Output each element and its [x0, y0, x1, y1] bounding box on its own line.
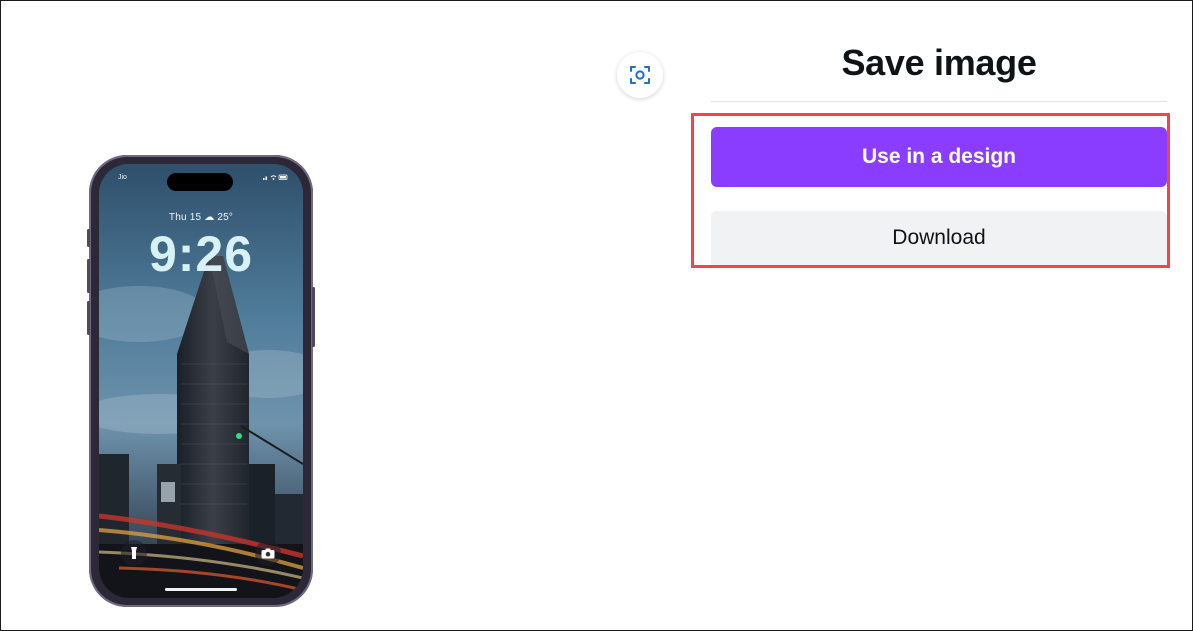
- panel-title: Save image: [841, 42, 1037, 83]
- phone-power-button: [312, 287, 315, 347]
- status-icons: [263, 174, 288, 180]
- carrier-label: Jio: [118, 174, 127, 181]
- flashlight-button: [121, 540, 147, 566]
- lock-date-weather: Thu 15 ☁ 25°: [168, 212, 234, 223]
- lock-time: 9:26: [148, 226, 254, 282]
- dynamic-island: [167, 173, 233, 191]
- phone-side-button: [87, 229, 90, 247]
- flashlight-icon: [131, 547, 137, 559]
- camera-icon: [261, 548, 275, 558]
- scan-button[interactable]: [617, 52, 663, 98]
- phone-mockup: Jio Thu 15 ☁ 25° 9:26: [87, 155, 315, 607]
- home-indicator: [165, 588, 237, 591]
- phone-volume-up: [87, 259, 90, 293]
- highlight-annotation-box: [691, 113, 1170, 268]
- camera-button: [255, 540, 281, 566]
- app-frame: Jio Thu 15 ☁ 25° 9:26 Save image Use in …: [0, 0, 1193, 631]
- focus-scan-icon: [630, 66, 650, 84]
- title-divider: [711, 101, 1167, 102]
- phone-volume-down: [87, 301, 90, 335]
- phone-screen: Jio Thu 15 ☁ 25° 9:26: [99, 164, 303, 598]
